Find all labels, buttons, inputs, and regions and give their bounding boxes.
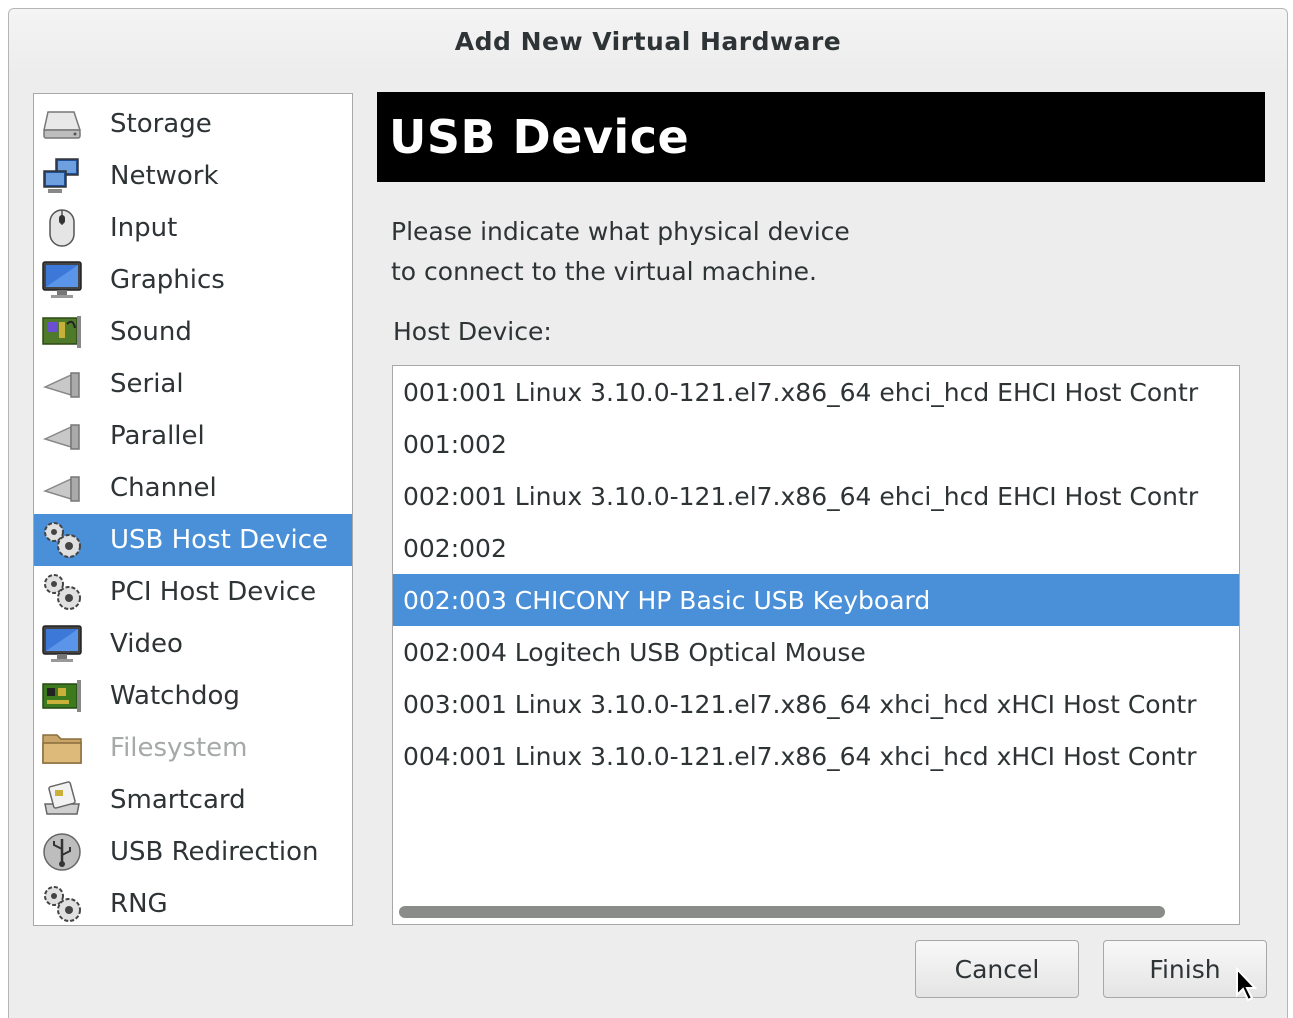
hardware-item-network[interactable]: Network — [34, 150, 352, 202]
folder-icon — [40, 726, 84, 770]
hardware-item-label: Sound — [110, 317, 192, 347]
monitor-icon — [40, 258, 84, 302]
device-row[interactable]: 002:002 — [393, 522, 1239, 574]
hardware-item-label: Watchdog — [110, 681, 240, 711]
hardware-item-label: Graphics — [110, 265, 225, 295]
hardware-item-storage[interactable]: Storage — [34, 98, 352, 150]
hardware-item-label: Parallel — [110, 421, 205, 451]
port-icon — [40, 362, 84, 406]
network-icon — [40, 154, 84, 198]
smartcard-reader-icon — [40, 778, 84, 822]
cancel-button[interactable]: Cancel — [915, 940, 1079, 998]
gears-icon — [40, 518, 84, 562]
hardware-item-label: Filesystem — [110, 733, 248, 763]
device-row[interactable]: 002:001 Linux 3.10.0-121.el7.x86_64 ehci… — [393, 470, 1239, 522]
description-line-2: to connect to the virtual machine. — [391, 257, 817, 286]
hardware-item-watchdog[interactable]: Watchdog — [34, 670, 352, 722]
hardware-item-serial[interactable]: Serial — [34, 358, 352, 410]
hardware-item-label: Video — [110, 629, 183, 659]
hardware-item-label: RNG — [110, 889, 168, 919]
device-row[interactable]: 003:001 Linux 3.10.0-121.el7.x86_64 xhci… — [393, 678, 1239, 730]
hardware-item-video[interactable]: Video — [34, 618, 352, 670]
port-icon — [40, 414, 84, 458]
hardware-type-list[interactable]: Storage Network Input Graphics Sound Serial Pa… — [33, 93, 353, 926]
add-hardware-dialog: Add New Virtual Hardware Storage Network I… — [8, 8, 1288, 1018]
device-row[interactable]: 001:002 — [393, 418, 1239, 470]
hardware-item-label: Network — [110, 161, 219, 191]
mouse-cursor-icon — [1236, 967, 1258, 1002]
gears-icon — [40, 882, 84, 926]
description-line-1: Please indicate what physical device — [391, 217, 850, 246]
device-row[interactable]: 001:001 Linux 3.10.0-121.el7.x86_64 ehci… — [393, 366, 1239, 418]
hardware-item-label: Input — [110, 213, 178, 243]
hardware-item-pci-host-device[interactable]: PCI Host Device — [34, 566, 352, 618]
panel-header: USB Device — [377, 92, 1265, 182]
mouse-icon — [40, 206, 84, 250]
host-device-label: Host Device: — [393, 317, 552, 346]
usb-icon — [40, 830, 84, 874]
sound-card-icon — [40, 310, 84, 354]
hardware-item-sound[interactable]: Sound — [34, 306, 352, 358]
hardware-item-parallel[interactable]: Parallel — [34, 410, 352, 462]
circuit-board-icon — [40, 674, 84, 718]
hardware-item-graphics[interactable]: Graphics — [34, 254, 352, 306]
hardware-item-usb-host-device[interactable]: USB Host Device — [34, 514, 352, 566]
hardware-item-smartcard[interactable]: Smartcard — [34, 774, 352, 826]
storage-icon — [40, 102, 84, 146]
panel-description: Please indicate what physical device to … — [391, 212, 991, 292]
monitor-icon — [40, 622, 84, 666]
hardware-item-input[interactable]: Input — [34, 202, 352, 254]
horizontal-scrollbar[interactable] — [399, 906, 1165, 918]
hardware-item-channel[interactable]: Channel — [34, 462, 352, 514]
hardware-item-label: USB Host Device — [110, 525, 329, 555]
hardware-item-usb-redirection[interactable]: USB Redirection — [34, 826, 352, 878]
hardware-item-rng[interactable]: RNG — [34, 878, 352, 930]
hardware-item-label: PCI Host Device — [110, 577, 317, 607]
port-icon — [40, 466, 84, 510]
hardware-item-label: Channel — [110, 473, 217, 503]
gears-icon — [40, 570, 84, 614]
dialog-title: Add New Virtual Hardware — [9, 9, 1287, 73]
device-row[interactable]: 004:001 Linux 3.10.0-121.el7.x86_64 xhci… — [393, 730, 1239, 782]
hardware-item-label: Storage — [110, 109, 212, 139]
hardware-item-label: USB Redirection — [110, 837, 319, 867]
hardware-item-filesystem: Filesystem — [34, 722, 352, 774]
device-row[interactable]: 002:003 CHICONY HP Basic USB Keyboard — [393, 574, 1239, 626]
device-row[interactable]: 002:004 Logitech USB Optical Mouse — [393, 626, 1239, 678]
hardware-item-label: Smartcard — [110, 785, 246, 815]
hardware-item-label: Serial — [110, 369, 184, 399]
host-device-list[interactable]: 001:001 Linux 3.10.0-121.el7.x86_64 ehci… — [392, 365, 1240, 925]
